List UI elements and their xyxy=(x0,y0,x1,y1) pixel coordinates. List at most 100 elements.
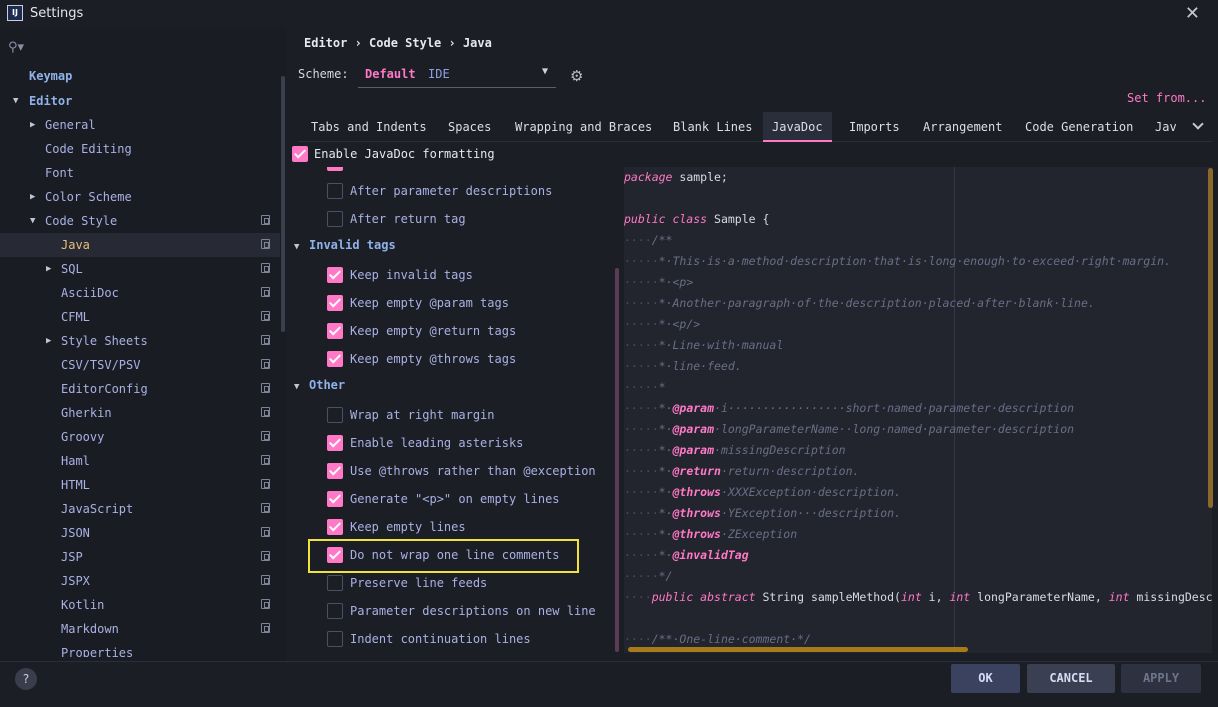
apply-button[interactable]: APPLY xyxy=(1121,664,1201,693)
chevron-right-icon[interactable]: ▶ xyxy=(46,257,51,281)
sidebar-item-properties[interactable]: Properties xyxy=(0,641,280,657)
tab-tabs-and-indents[interactable]: Tabs and Indents xyxy=(311,120,427,134)
sidebar-item-general[interactable]: ▶ General xyxy=(0,113,280,137)
sidebar-item-gherkin[interactable]: Gherkin xyxy=(0,401,280,425)
sidebar-item-jspx[interactable]: JSPX xyxy=(0,569,280,593)
chevron-down-icon[interactable]: ▼ xyxy=(294,382,299,392)
title-bar: IJ Settings ✕ xyxy=(0,0,1218,28)
copy-icon xyxy=(261,239,270,249)
preserve-feeds-label: Preserve line feeds xyxy=(350,576,488,590)
generate-p-label: Generate "<p>" on empty lines xyxy=(350,492,560,506)
sidebar-item-code-style[interactable]: ▼ Code Style xyxy=(0,209,280,233)
sidebar-scrollbar[interactable] xyxy=(281,76,285,332)
tab-wrapping-and-braces[interactable]: Wrapping and Braces xyxy=(515,120,652,134)
caret-down-icon: ▼ xyxy=(541,66,548,77)
scheme-label: Scheme: xyxy=(298,67,349,81)
sidebar-item-editorconfig[interactable]: EditorConfig xyxy=(0,377,280,401)
chevron-down-icon[interactable]: ▼ xyxy=(13,89,18,113)
code-line: ·····*·@throws·ZException xyxy=(624,527,798,541)
ok-button[interactable]: OK xyxy=(951,664,1020,693)
sidebar-item-kotlin[interactable]: Kotlin xyxy=(0,593,280,617)
keep-return-checkbox[interactable] xyxy=(327,323,343,339)
wrap-margin-checkbox[interactable] xyxy=(327,407,343,423)
copy-icon xyxy=(261,479,270,489)
scheme-dropdown[interactable]: Default IDE ▼ xyxy=(358,64,556,88)
sidebar-item-code-editing[interactable]: Code Editing xyxy=(0,137,280,161)
sidebar-item-font[interactable]: Font xyxy=(0,161,280,185)
code-line: ·····*·@param·longParameterName··long·na… xyxy=(624,422,1075,436)
highlight-box xyxy=(308,539,579,573)
preview-horizontal-scrollbar[interactable] xyxy=(628,647,968,652)
window-title: Settings xyxy=(30,6,84,21)
options-scrollbar[interactable] xyxy=(615,268,619,652)
code-line: ·····*·@param·missingDescription xyxy=(624,443,846,457)
after-param-checkbox[interactable] xyxy=(327,183,343,199)
sidebar-item-sql[interactable]: ▶ SQL xyxy=(0,257,280,281)
leading-asterisks-checkbox[interactable] xyxy=(327,435,343,451)
sidebar-item-csv[interactable]: CSV/TSV/PSV xyxy=(0,353,280,377)
after-return-checkbox[interactable] xyxy=(327,211,343,227)
keep-invalid-checkbox[interactable] xyxy=(327,267,343,283)
preview-vertical-scrollbar[interactable] xyxy=(1208,168,1213,508)
close-icon[interactable]: ✕ xyxy=(1185,3,1200,24)
sidebar-item-editor[interactable]: ▼ Editor xyxy=(0,89,280,113)
param-new-line-checkbox[interactable] xyxy=(327,603,343,619)
tab-javadoc[interactable]: JavaDoc xyxy=(763,112,832,142)
help-icon[interactable]: ? xyxy=(15,668,37,690)
sidebar-item-java[interactable]: Java xyxy=(0,233,280,257)
code-line: public class Sample { xyxy=(624,212,770,226)
tab-spaces[interactable]: Spaces xyxy=(448,120,491,134)
keep-param-label: Keep empty @param tags xyxy=(350,296,509,310)
other-heading: Other xyxy=(309,378,346,392)
tab-java-overflow[interactable]: Jav xyxy=(1155,120,1177,134)
tab-arrangement[interactable]: Arrangement xyxy=(923,120,1002,134)
chevron-right-icon[interactable]: ▶ xyxy=(30,113,35,137)
sidebar-item-javascript[interactable]: JavaScript xyxy=(0,497,280,521)
tab-imports[interactable]: Imports xyxy=(849,120,900,134)
sidebar-item-html[interactable]: HTML xyxy=(0,473,280,497)
leading-asterisks-label: Enable leading asterisks xyxy=(350,436,524,450)
cancel-button[interactable]: CANCEL xyxy=(1027,664,1115,693)
set-from-link[interactable]: Set from... xyxy=(1127,91,1206,105)
scheme-name: Default xyxy=(365,67,416,81)
copy-icon xyxy=(261,623,270,633)
gear-icon[interactable]: ⚙ xyxy=(570,67,583,85)
chevron-down-icon[interactable]: ▼ xyxy=(294,242,299,252)
sidebar-item-asciidoc[interactable]: AsciiDoc xyxy=(0,281,280,305)
keep-param-checkbox[interactable] xyxy=(327,295,343,311)
sidebar-item-cfml[interactable]: CFML xyxy=(0,305,280,329)
preserve-feeds-checkbox[interactable] xyxy=(327,575,343,591)
keep-throws-label: Keep empty @throws tags xyxy=(350,352,517,366)
sidebar-item-keymap[interactable]: Keymap xyxy=(0,64,280,88)
tab-bar: Tabs and Indents Spaces Wrapping and Bra… xyxy=(298,112,1212,142)
sidebar-item-groovy[interactable]: Groovy xyxy=(0,425,280,449)
use-throws-checkbox[interactable] xyxy=(327,463,343,479)
sidebar-item-style-sheets[interactable]: ▶ Style Sheets xyxy=(0,329,280,353)
code-line: ·····*·<p/> xyxy=(624,317,701,331)
tab-code-generation[interactable]: Code Generation xyxy=(1025,120,1133,134)
tab-blank-lines[interactable]: Blank Lines xyxy=(673,120,752,134)
copy-icon xyxy=(261,407,270,417)
indent-continuation-checkbox[interactable] xyxy=(327,631,343,647)
keep-invalid-label: Keep invalid tags xyxy=(350,268,473,282)
scheme-scope: IDE xyxy=(428,67,450,81)
search-icon[interactable]: ⚲▾ xyxy=(8,40,24,55)
sidebar-item-color-scheme[interactable]: ▶ Color Scheme xyxy=(0,185,280,209)
chevron-down-icon[interactable]: ▼ xyxy=(30,209,35,233)
enable-javadoc-checkbox[interactable] xyxy=(292,146,308,162)
sidebar-item-jsp[interactable]: JSP xyxy=(0,545,280,569)
copy-icon xyxy=(261,527,270,537)
chevron-right-icon[interactable]: ▶ xyxy=(46,329,51,353)
copy-icon xyxy=(261,503,270,513)
sidebar-item-haml[interactable]: Haml xyxy=(0,449,280,473)
sidebar-item-markdown[interactable]: Markdown xyxy=(0,617,280,641)
sidebar-item-json[interactable]: JSON xyxy=(0,521,280,545)
chevron-right-icon[interactable]: ▶ xyxy=(30,185,35,209)
code-line: ·····*·<p> xyxy=(624,275,694,289)
partial-checkbox xyxy=(327,167,343,171)
invalid-tags-heading: Invalid tags xyxy=(309,238,396,252)
keep-empty-lines-checkbox[interactable] xyxy=(327,519,343,535)
generate-p-checkbox[interactable] xyxy=(327,491,343,507)
keep-throws-checkbox[interactable] xyxy=(327,351,343,367)
code-line: ·····*·@return·return·description. xyxy=(624,464,860,478)
